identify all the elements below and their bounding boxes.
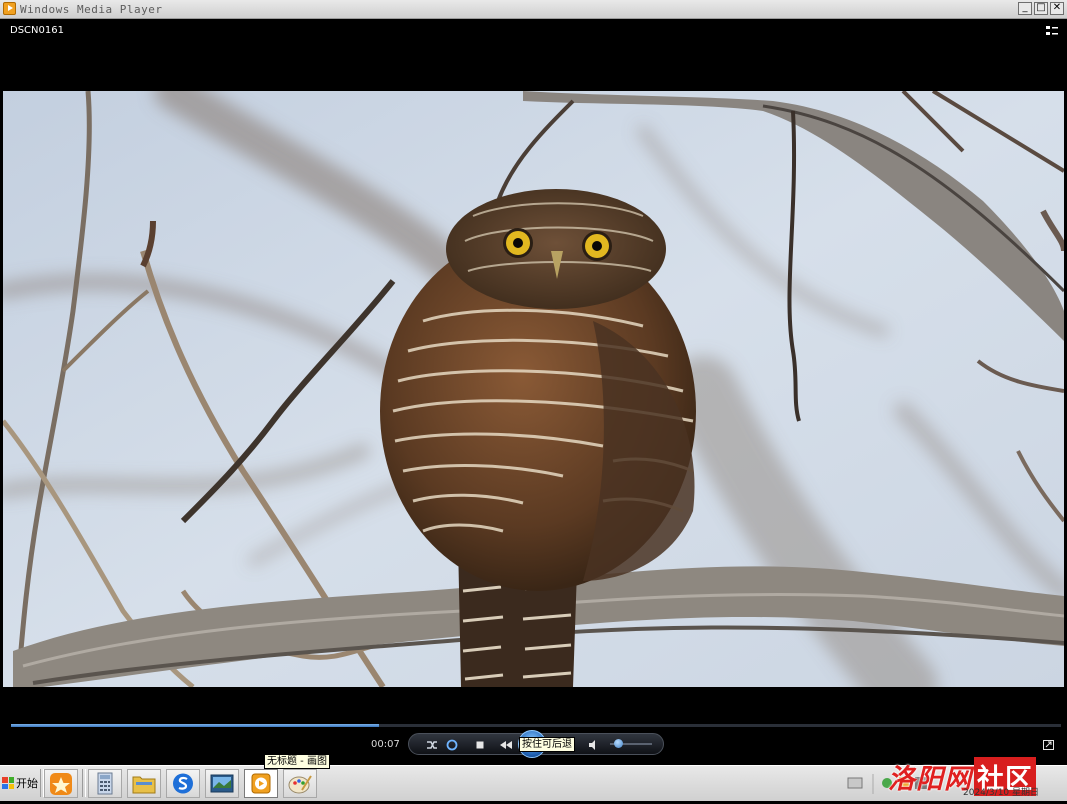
media-player-icon [3,2,16,15]
media-player-icon [251,773,271,794]
start-button[interactable]: 开始 [2,773,38,793]
seek-progress [11,724,379,727]
star-app-icon [50,773,72,795]
windows-logo-icon [2,777,14,789]
switch-layout-icon[interactable] [1046,25,1058,37]
volume-icon[interactable] [587,738,601,752]
taskbar-item-screenshot[interactable] [205,769,239,798]
fullscreen-icon[interactable] [1043,740,1054,750]
sogou-input-icon [173,773,193,794]
window-title-bar[interactable]: Windows Media Player _ □ ✕ [0,0,1067,19]
rewind-tooltip: 按住可后退 [519,737,575,752]
minimize-button[interactable]: _ [1018,2,1032,15]
taskbar-item-sogou[interactable] [166,769,200,798]
taskbar-separator [82,769,86,797]
player-controls: 00:07 按住可后退 [3,687,1064,762]
taskbar-item-folder[interactable] [127,769,161,798]
watermark-text: 洛阳网 [888,764,972,795]
taskbar-clock[interactable]: 2024/3/10 星期日 [963,785,1039,798]
taskbar-item-star-app[interactable] [44,769,78,798]
calculator-icon [97,772,113,795]
elapsed-time: 00:07 [371,739,400,750]
media-display[interactable] [3,91,1064,687]
taskbar-item-calculator[interactable] [88,769,122,798]
close-button[interactable]: ✕ [1050,2,1064,15]
start-label: 开始 [16,777,38,790]
screenshot-icon [210,774,234,793]
window-controls: _ □ ✕ [1018,2,1064,15]
repeat-icon[interactable] [445,738,459,752]
seek-bar[interactable] [11,724,1061,727]
stop-icon[interactable] [473,738,487,752]
folder-icon [132,776,156,794]
media-title: DSCN0161 [10,25,64,36]
rewind-icon[interactable] [499,738,513,752]
window-title: Windows Media Player [20,3,163,16]
maximize-button[interactable]: □ [1034,2,1048,15]
shuffle-icon[interactable] [425,738,439,752]
taskbar-tooltip: 无标题 - 画图 [264,754,330,769]
taskbar-item-paint[interactable] [283,769,317,798]
taskbar-item-media-player[interactable] [244,769,278,798]
paint-icon [288,775,312,794]
owl-photo [3,91,1064,687]
media-header: DSCN0161 [3,19,1064,91]
